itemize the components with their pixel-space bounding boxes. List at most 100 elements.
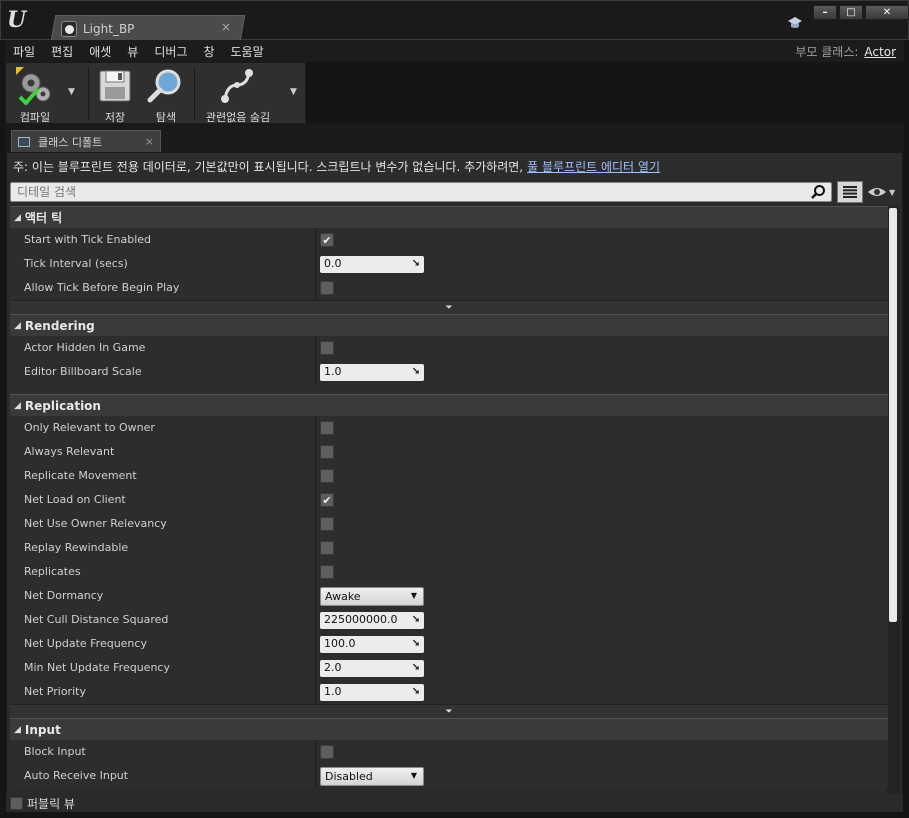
menu-asset[interactable]: 애셋	[81, 43, 119, 60]
numeric-field[interactable]: 1.0 ↘	[320, 363, 424, 381]
property-name: Net Dormancy	[10, 584, 316, 608]
property-checkbox[interactable]: ✔	[320, 233, 334, 247]
numeric-value: 0.0	[324, 256, 342, 270]
collapse-triangle-icon: ◢	[14, 400, 21, 411]
show-advanced-toggle[interactable]: ⏷	[10, 704, 888, 718]
numeric-field[interactable]: 225000000.0 ↘	[320, 611, 424, 629]
drag-handle-icon[interactable]: ↘	[412, 686, 420, 697]
open-full-editor-link[interactable]: 풀 블루프린트 에디터 열기	[527, 160, 660, 174]
visibility-filter-button[interactable]: ▼	[867, 183, 901, 201]
property-checkbox[interactable]	[320, 421, 334, 435]
property-value: ✔	[316, 488, 334, 512]
compile-options-dropdown-icon[interactable]: ▼	[68, 87, 75, 97]
expand-advanced-icon: ⏷	[445, 706, 453, 717]
property-name: Auto Receive Input	[10, 764, 316, 788]
property-row: Net Load on Client ✔	[10, 488, 888, 512]
property-checkbox[interactable]: ✔	[320, 493, 334, 507]
property-value: 225000000.0 ↘	[316, 608, 424, 632]
property-row: Net Priority 1.0 ↘	[10, 680, 888, 704]
drag-handle-icon[interactable]: ↘	[412, 258, 420, 269]
category-header[interactable]: ◢ Input	[10, 718, 888, 740]
property-row: Net Cull Distance Squared 225000000.0 ↘	[10, 608, 888, 632]
numeric-field[interactable]: 100.0 ↘	[320, 635, 424, 653]
property-value	[316, 536, 334, 560]
menu-view[interactable]: 뷰	[119, 43, 146, 60]
menu-edit[interactable]: 편집	[43, 43, 81, 60]
close-button[interactable]: ✕	[865, 5, 909, 20]
property-row: Net Use Owner Relevancy	[10, 512, 888, 536]
compile-label: 컴파일	[19, 111, 51, 124]
property-checkbox[interactable]	[320, 541, 334, 555]
scrollbar-thumb[interactable]	[889, 208, 897, 622]
property-value: 2.0 ↘	[316, 656, 424, 680]
menu-help[interactable]: 도움말	[223, 43, 272, 60]
property-checkbox[interactable]	[320, 281, 334, 295]
show-advanced-toggle[interactable]: ⏷	[10, 300, 888, 314]
property-value	[316, 440, 334, 464]
numeric-field[interactable]: 2.0 ↘	[320, 659, 424, 677]
property-checkbox[interactable]	[320, 341, 334, 355]
public-view-checkbox[interactable]	[10, 796, 23, 810]
property-row: Net Update Frequency 100.0 ↘	[10, 632, 888, 656]
compile-button[interactable]: 컴파일	[10, 63, 60, 125]
blueprint-asset-icon	[61, 21, 77, 37]
category-header[interactable]: ◢ Replication	[10, 394, 888, 416]
dropdown-combo[interactable]: Disabled ▼	[320, 766, 424, 786]
view-options-list-button[interactable]	[837, 181, 863, 203]
property-row: Editor Billboard Scale 1.0 ↘	[10, 360, 888, 384]
toolbar-separator	[88, 67, 89, 121]
document-tab[interactable]: Light_BP ×	[57, 18, 237, 40]
unreal-logo-icon: U	[7, 7, 27, 33]
search-details-input[interactable]	[10, 182, 832, 202]
dropdown-value: Disabled	[325, 769, 373, 783]
class-defaults-tab-close-icon[interactable]: ×	[145, 135, 154, 148]
hide-unrelated-label: 관련없음 숨김	[205, 111, 271, 124]
property-name: Block Input	[10, 740, 316, 764]
browse-button[interactable]: 탐색	[144, 63, 188, 125]
class-defaults-tab[interactable]: 클래스 디폴트 ×	[11, 130, 161, 152]
numeric-value: 1.0	[324, 684, 342, 698]
property-name: Net Cull Distance Squared	[10, 608, 316, 632]
public-view-label: 퍼블릭 뷰	[27, 796, 75, 811]
menu-file[interactable]: 파일	[5, 43, 43, 60]
property-value: ✔	[316, 228, 334, 252]
category-header[interactable]: ◢ Rendering	[10, 314, 888, 336]
hide-unrelated-dropdown-icon[interactable]: ▼	[290, 87, 297, 97]
list-view-icon	[843, 186, 857, 198]
drag-handle-icon[interactable]: ↘	[412, 614, 420, 625]
category-header[interactable]: ◢ 액터 틱	[10, 206, 888, 228]
property-row: Auto Receive Input Disabled ▼	[10, 764, 888, 788]
property-checkbox[interactable]	[320, 745, 334, 759]
collapse-triangle-icon: ◢	[14, 212, 21, 223]
property-row: Start with Tick Enabled ✔	[10, 228, 888, 252]
property-name: Always Relevant	[10, 440, 316, 464]
graduation-cap-icon[interactable]	[787, 15, 803, 31]
parent-class-label: 부모 클래스:	[795, 45, 859, 59]
collapse-triangle-icon: ◢	[14, 724, 21, 735]
parent-class-link[interactable]: Actor	[864, 45, 896, 59]
maximize-button[interactable]: □	[839, 5, 863, 20]
save-button[interactable]: 저장	[94, 63, 136, 125]
dropdown-combo[interactable]: Awake ▼	[320, 586, 424, 606]
property-name: Start with Tick Enabled	[10, 228, 316, 252]
category-title: Rendering	[24, 318, 95, 333]
hide-unrelated-button[interactable]: 관련없음 숨김	[200, 63, 276, 125]
category-title: Input	[24, 722, 61, 737]
numeric-field[interactable]: 1.0 ↘	[320, 683, 424, 701]
menu-window[interactable]: 창	[195, 43, 222, 60]
property-checkbox[interactable]	[320, 445, 334, 459]
property-checkbox[interactable]	[320, 517, 334, 531]
document-tab-close-icon[interactable]: ×	[221, 20, 231, 34]
numeric-field[interactable]: 0.0 ↘	[320, 255, 424, 273]
property-checkbox[interactable]	[320, 565, 334, 579]
drag-handle-icon[interactable]: ↘	[412, 638, 420, 649]
eye-icon	[868, 188, 886, 196]
property-row: Block Input	[10, 740, 888, 764]
drag-handle-icon[interactable]: ↘	[412, 366, 420, 377]
property-checkbox[interactable]	[320, 469, 334, 483]
property-value	[316, 416, 334, 440]
menu-debug[interactable]: 디버그	[146, 43, 195, 60]
property-value: 1.0 ↘	[316, 360, 424, 384]
minimize-button[interactable]: –	[813, 5, 837, 20]
drag-handle-icon[interactable]: ↘	[412, 662, 420, 673]
